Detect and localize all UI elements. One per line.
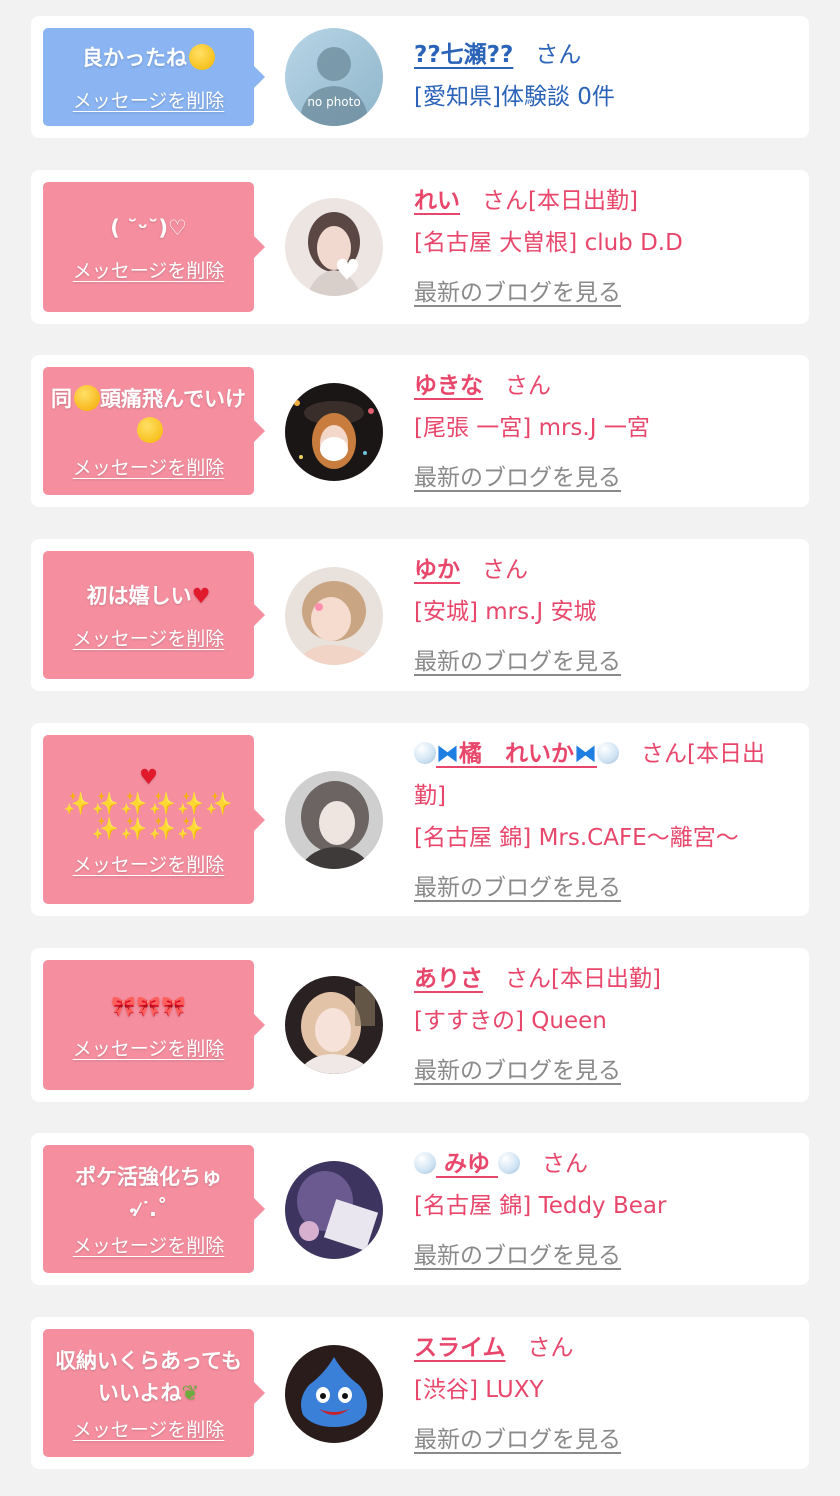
delete-message-link[interactable]: メッセージを削除	[73, 624, 225, 651]
butterfly-icon: ⧓	[574, 741, 597, 767]
honorific: さん	[641, 741, 687, 767]
sender-info: みゆ さん [名古屋 錦] Teddy Bear 最新のブログを見る	[414, 1143, 791, 1277]
delete-message-link[interactable]: メッセージを削除	[73, 850, 225, 877]
ribbon-icon: 🎀🎀🎀	[111, 993, 186, 1018]
message-text: 同頭痛飛んでいけ	[49, 383, 248, 447]
honorific: さん	[542, 1151, 589, 1177]
message-card: ♥ ✨✨✨✨✨✨ ✨✨✨✨ メッセージを削除 ⧓橘 れいか⧓ さん[本日出勤] […	[31, 723, 809, 916]
avatar-caption: no photo	[307, 95, 360, 109]
red-heart-icon: ♥	[139, 765, 158, 789]
shop-label: [名古屋 錦] Mrs.CAFE〜離宮〜	[414, 825, 739, 851]
message-bubble: ♥ ✨✨✨✨✨✨ ✨✨✨✨ メッセージを削除	[43, 735, 265, 904]
message-text: ポケ活強化ちゅ ৵ᐝ.˚	[75, 1164, 222, 1221]
bubble-icon	[414, 1152, 436, 1174]
avatar[interactable]	[285, 976, 383, 1074]
shop-label: [すすきの] Queen	[414, 1008, 607, 1034]
blog-link[interactable]: 最新のブログを見る	[414, 867, 621, 909]
message-bubble: 同頭痛飛んでいけ メッセージを削除	[43, 367, 265, 495]
message-bubble: ( ˘ᵕ˘)♡ メッセージを削除	[43, 182, 265, 312]
avatar[interactable]	[285, 1345, 383, 1443]
screaming-face-icon	[74, 384, 101, 411]
blog-link[interactable]: 最新のブログを見る	[414, 1050, 621, 1092]
delete-message-link[interactable]: メッセージを削除	[73, 256, 225, 283]
message-card: ポケ活強化ちゅ ৵ᐝ.˚ メッセージを削除 みゆ さん [名古屋 錦] Tedd…	[31, 1133, 809, 1285]
message-text: ( ˘ᵕ˘)♡	[110, 215, 187, 240]
bubble-icon	[597, 742, 619, 764]
kissing-face-icon	[136, 416, 163, 443]
shop-label: [渋谷] LUXY	[414, 1377, 544, 1403]
sender-name[interactable]: ⧓橘 れいか⧓	[414, 741, 619, 767]
message-card: 初は嬉しい♥ メッセージを削除 ゆか さん [安城] mrs.J 安城 最新のブロ…	[31, 539, 809, 691]
sender-name[interactable]: ありさ	[414, 966, 483, 992]
sender-info: ゆきな さん [尾張 一宮] mrs.J 一宮 最新のブログを見る	[414, 365, 791, 499]
message-text: 収納いくらあってもいいよね❦	[55, 1348, 242, 1405]
message-bubble: 収納いくらあってもいいよね❦ メッセージを削除	[43, 1329, 265, 1457]
honorific: さん	[482, 188, 528, 214]
shop-label: [名古屋 錦] Teddy Bear	[414, 1193, 667, 1219]
delete-message-link[interactable]: メッセージを削除	[73, 1034, 225, 1061]
leaf-icon: ❦	[181, 1380, 200, 1405]
honorific: さん	[482, 557, 528, 583]
message-list: 良かったね メッセージを削除 no photo ??七瀬?? さん [愛知県]体…	[0, 0, 840, 1496]
avatar[interactable]	[285, 383, 383, 481]
sender-info: ありさ さん[本日出勤] [すすきの] Queen 最新のブログを見る	[414, 958, 791, 1092]
delete-message-link[interactable]: メッセージを削除	[73, 86, 225, 113]
avatar[interactable]	[285, 1161, 383, 1259]
message-bubble: ポケ活強化ちゅ ৵ᐝ.˚ メッセージを削除	[43, 1145, 265, 1273]
sender-name[interactable]: スライム	[414, 1335, 506, 1361]
sender-name[interactable]: みゆ	[414, 1151, 521, 1177]
blog-link[interactable]: 最新のブログを見る	[414, 1419, 621, 1461]
smiling-face-icon	[189, 43, 215, 70]
sender-info: ゆか さん [安城] mrs.J 安城 最新のブログを見る	[414, 549, 791, 683]
message-text: 良かったね	[82, 42, 215, 74]
sender-name[interactable]: れい	[414, 188, 460, 214]
message-card: 🎀🎀🎀 メッセージを削除 ありさ さん[本日出勤] [すすきの] Queen 最新…	[31, 948, 809, 1102]
blog-link[interactable]: 最新のブログを見る	[414, 272, 621, 314]
message-card: 良かったね メッセージを削除 no photo ??七瀬?? さん [愛知県]体…	[31, 16, 809, 138]
message-bubble: 初は嬉しい♥ メッセージを削除	[43, 551, 265, 679]
message-card: ( ˘ᵕ˘)♡ メッセージを削除 れい さん[本日出勤] [名古屋 大曽根] cl…	[31, 170, 809, 324]
sender-info: れい さん[本日出勤] [名古屋 大曽根] club D.D 最新のブログを見る	[414, 180, 791, 314]
bubble-icon	[414, 742, 436, 764]
sender-info: ⧓橘 れいか⧓ さん[本日出勤] [名古屋 錦] Mrs.CAFE〜離宮〜 最新の…	[414, 733, 791, 909]
message-bubble: 🎀🎀🎀 メッセージを削除	[43, 960, 265, 1090]
message-card: 同頭痛飛んでいけ メッセージを削除 ゆきな さん [尾張 一宮] mrs.J 一宮…	[31, 355, 809, 507]
shop-label: [名古屋 大曽根] club D.D	[414, 230, 683, 256]
red-heart-icon: ♥	[191, 583, 211, 608]
blog-link[interactable]: 最新のブログを見る	[414, 457, 621, 499]
message-text: 初は嬉しい♥	[86, 583, 211, 608]
avatar[interactable]	[285, 567, 383, 665]
delete-message-link[interactable]: メッセージを削除	[73, 1415, 225, 1442]
sender-name[interactable]: ゆか	[414, 557, 460, 583]
shop-label: [尾張 一宮] mrs.J 一宮	[414, 415, 650, 441]
blog-link[interactable]: 最新のブログを見る	[414, 641, 621, 683]
sender-name[interactable]: ゆきな	[414, 373, 483, 399]
sender-info: ??七瀬?? さん [愛知県]体験談 0件	[414, 34, 791, 118]
blog-link[interactable]: 最新のブログを見る	[414, 1235, 621, 1277]
delete-message-link[interactable]: メッセージを削除	[73, 453, 225, 480]
sparkles-icon: ✨✨✨✨✨✨	[63, 792, 234, 817]
shop-label: [愛知県]体験談 0件	[414, 84, 615, 110]
status-label: [本日出勤]	[551, 966, 661, 992]
avatar[interactable]	[285, 198, 383, 296]
avatar[interactable]: no photo	[285, 28, 383, 126]
message-bubble: 良かったね メッセージを削除	[43, 28, 265, 126]
honorific: さん	[535, 42, 582, 68]
delete-message-link[interactable]: メッセージを削除	[73, 1231, 225, 1258]
sender-name[interactable]: ??七瀬??	[414, 42, 513, 68]
status-label: [本日出勤]	[528, 188, 638, 214]
bubble-icon	[498, 1152, 521, 1174]
butterfly-icon: ⧓	[436, 741, 459, 767]
honorific: さん	[505, 966, 551, 992]
sender-info: スライム さん [渋谷] LUXY 最新のブログを見る	[414, 1327, 791, 1461]
message-card: 収納いくらあってもいいよね❦ メッセージを削除 スライム さん [渋谷] LUXY…	[31, 1317, 809, 1469]
shop-label: [安城] mrs.J 安城	[414, 599, 597, 625]
avatar[interactable]	[285, 771, 383, 869]
honorific: さん	[505, 373, 551, 399]
honorific: さん	[527, 1335, 574, 1361]
sparkles-icon: ✨✨✨✨	[91, 817, 206, 842]
